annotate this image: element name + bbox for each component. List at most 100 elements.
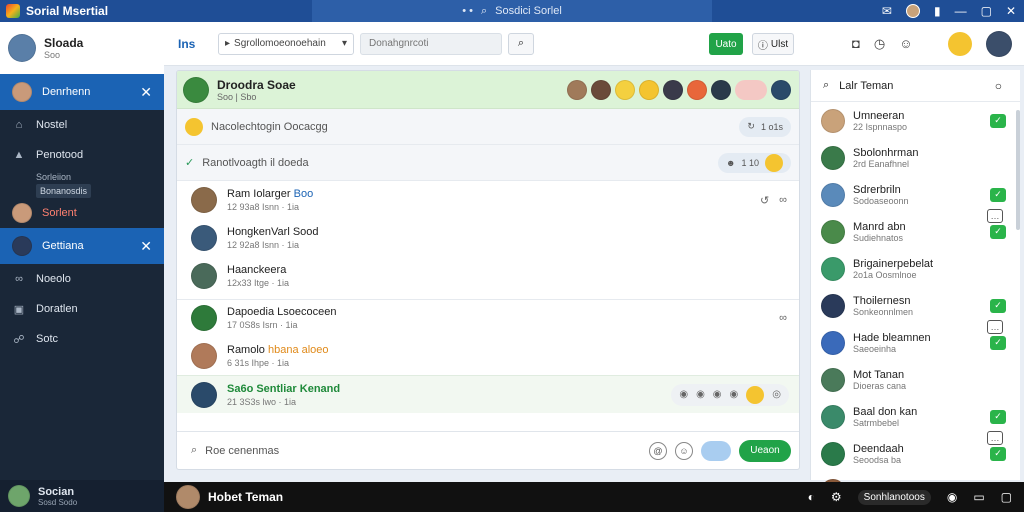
- avatar[interactable]: [176, 485, 200, 509]
- status-circle-icon[interactable]: ○: [995, 79, 1002, 93]
- emoji-avatar[interactable]: [948, 32, 972, 56]
- composer-placeholder[interactable]: Roe cenenmas: [205, 445, 279, 457]
- message[interactable]: Ramolo hbana aloeo 6 31s Ihpe · 1ia: [177, 337, 799, 375]
- contact-item[interactable]: Brigainerpebelat 2o1a Oosmlnoe…: [811, 250, 1020, 334]
- sidebar-footer[interactable]: Socian Sosd Sodo: [0, 480, 164, 512]
- check-icon[interactable]: ✓: [990, 446, 1006, 461]
- message-composer[interactable]: ⌕ Roe cenenmas @ ☺ Ueaon: [177, 431, 799, 469]
- send-button[interactable]: Ueaon: [739, 439, 791, 462]
- notice-row[interactable]: ✓ Ranotlvoagth il doeda ☻ 1 10: [177, 145, 799, 181]
- avatar[interactable]: [986, 31, 1012, 57]
- channel-dropdown[interactable]: ▸ Sgrollomoeonoehain ▾: [218, 32, 354, 55]
- primary-action-button[interactable]: Uato: [709, 33, 743, 55]
- sidebar-item-nostel[interactable]: ⌂ Nostel: [0, 110, 164, 140]
- check-icon[interactable]: ✓: [990, 113, 1006, 128]
- reaction-bar[interactable]: ◉ ◉ ◉ ◉ ◎: [671, 383, 789, 406]
- search-button[interactable]: ⌕: [508, 32, 534, 55]
- reaction-icon[interactable]: ◉: [713, 389, 722, 400]
- check-icon[interactable]: ✓: [990, 409, 1006, 424]
- refresh-icon: ↻: [747, 121, 755, 131]
- link-icon: ∞: [15, 273, 23, 285]
- contact-item[interactable]: Thoilernesn Sonkeonnlmen ✓: [811, 287, 1020, 324]
- smile-icon[interactable]: ☺: [899, 36, 912, 52]
- search-input[interactable]: [360, 32, 502, 55]
- message[interactable]: Dapoedia Lsoecoceen 17 0S8s Isrn · 1ia ∞: [177, 299, 799, 337]
- emoji-icon[interactable]: ☺: [675, 441, 693, 460]
- close-icon[interactable]: ✕: [1006, 4, 1016, 18]
- camera-icon[interactable]: ◘: [852, 36, 860, 52]
- check-icon[interactable]: ✓: [990, 335, 1006, 350]
- sidebar-item-denrhenn[interactable]: Denrhenn ✕: [0, 74, 164, 110]
- avatar: [191, 187, 217, 213]
- clock-icon[interactable]: ◷: [874, 36, 885, 52]
- close-icon[interactable]: ✕: [140, 84, 152, 101]
- member-avatars[interactable]: [567, 79, 791, 100]
- check-icon[interactable]: ✓: [990, 224, 1006, 239]
- sidebar-profile[interactable]: Sloada Soo: [0, 22, 164, 74]
- notice-row[interactable]: Nacolechtogin Oocacgg ↻ 1 o1s: [177, 109, 799, 145]
- message[interactable]: Sa6o Sentliar Kenand 21 3S3s lwo · 1ia ◉…: [177, 375, 799, 413]
- avatar: [821, 108, 845, 133]
- close-icon[interactable]: ✕: [140, 238, 152, 255]
- avatar[interactable]: [905, 4, 920, 18]
- secondary-action-label: Ulst: [770, 38, 789, 50]
- sidebar-chip-group: Sorleiion Bonanosdis: [36, 172, 164, 198]
- contact-item[interactable]: Umneeran 22 Ispnnaspo ✓: [811, 102, 1020, 139]
- add-reaction-icon[interactable]: ◎: [772, 389, 781, 400]
- message[interactable]: HongkenVarl Sood 12 92a8 Isnn · 1ia: [177, 219, 799, 257]
- contact-status: Seoodsa ba: [853, 454, 902, 465]
- lock-icon[interactable]: ▮: [934, 4, 941, 18]
- notifications-icon[interactable]: ✉: [882, 4, 892, 18]
- sidebar-item-doratlen[interactable]: ▣ Doratlen: [0, 294, 164, 324]
- contact-item[interactable]: Sbolonhrman 2rd Eanafhnel…: [811, 139, 1020, 223]
- search-icon[interactable]: ⌕: [823, 79, 829, 92]
- maximize-icon[interactable]: ▢: [981, 4, 992, 18]
- voice-button[interactable]: [701, 440, 731, 461]
- secondary-action-button[interactable]: ⓘ Ulst: [752, 33, 794, 55]
- member-count-pill[interactable]: [735, 79, 767, 100]
- sidebar-item-gettiana[interactable]: Gettiana ✕: [0, 228, 164, 264]
- contact-item[interactable]: Baal don kan Satrmbebel ✓: [811, 398, 1020, 435]
- sidebar-item-penotood[interactable]: ▲ Penotood: [0, 140, 164, 170]
- main-toolbar: Ins ▸ Sgrollomoeonoehain ▾ ⌕ Uato ⓘ Ulst…: [164, 22, 1024, 66]
- screen-share-icon[interactable]: ▭: [973, 490, 984, 504]
- contact-item[interactable]: Hade bleamnen Saeoeinha ✓: [811, 324, 1020, 361]
- reaction-icon[interactable]: ◉: [730, 389, 739, 400]
- avatar: [8, 485, 30, 507]
- sidebar-item-noeolo[interactable]: ∞ Noeolo: [0, 264, 164, 294]
- reaction-icon[interactable]: ◉: [696, 389, 705, 400]
- status-pill[interactable]: Sonhlanotoos: [857, 489, 931, 505]
- message-author: Ram Iolarger: [227, 188, 291, 200]
- contact-name: Hade bleamnen: [853, 331, 931, 344]
- home-icon: ⌂: [15, 119, 23, 131]
- dropdown-label: Sgrollomoeonoehain: [234, 38, 326, 49]
- chip-pill[interactable]: Bonanosdis: [36, 184, 92, 198]
- check-icon[interactable]: ✓: [990, 298, 1006, 313]
- profile-sub: Soo: [44, 50, 61, 60]
- check-icon[interactable]: ✓: [990, 187, 1006, 202]
- window-search-text: Sosdici Sorlel: [495, 5, 562, 17]
- minimize-icon[interactable]: —: [955, 4, 967, 18]
- sidebar-item-sotc[interactable]: ☍ Sotc: [0, 324, 164, 354]
- contact-item[interactable]: Mot Tanan Dioeras cana…: [811, 361, 1020, 445]
- contact-item[interactable]: Sdrerbriln Sodoaseoonn ✓: [811, 176, 1020, 213]
- window-search[interactable]: • • ⌕ Sosdici Sorlel: [312, 0, 712, 22]
- link-icon[interactable]: ∞: [779, 312, 787, 324]
- reply-icon[interactable]: ↺: [760, 194, 769, 207]
- camera-icon[interactable]: ◉: [947, 490, 957, 504]
- link-icon[interactable]: ∞: [779, 194, 787, 207]
- chat-icon[interactable]: ▢: [1001, 490, 1012, 504]
- reaction-icon[interactable]: ◉: [679, 389, 688, 400]
- settings-icon[interactable]: ⚙: [831, 490, 842, 504]
- record-icon[interactable]: ◐: [808, 490, 815, 504]
- contacts-header: ⌕ Lalr Teman ○: [811, 70, 1020, 102]
- contact-item[interactable]: Manrd abn Sudiehnatos ✓: [811, 213, 1020, 250]
- smile-icon[interactable]: [746, 385, 765, 404]
- sidebar-item-sorlent[interactable]: Sorlent: [0, 198, 164, 228]
- message[interactable]: Ram Iolarger Boo 12 93a8 Isnn · 1ia ↺ ∞: [177, 181, 799, 219]
- window-titlebar: Sorial Msertial • • ⌕ Sosdici Sorlel ✉ ▮…: [0, 0, 1024, 22]
- contact-item[interactable]: Deendaah Seoodsa ba ✓: [811, 435, 1020, 472]
- avatar: [821, 367, 845, 392]
- attach-icon[interactable]: @: [649, 441, 667, 460]
- message[interactable]: Haanckeera 12x33 Itge · 1ia: [177, 257, 799, 295]
